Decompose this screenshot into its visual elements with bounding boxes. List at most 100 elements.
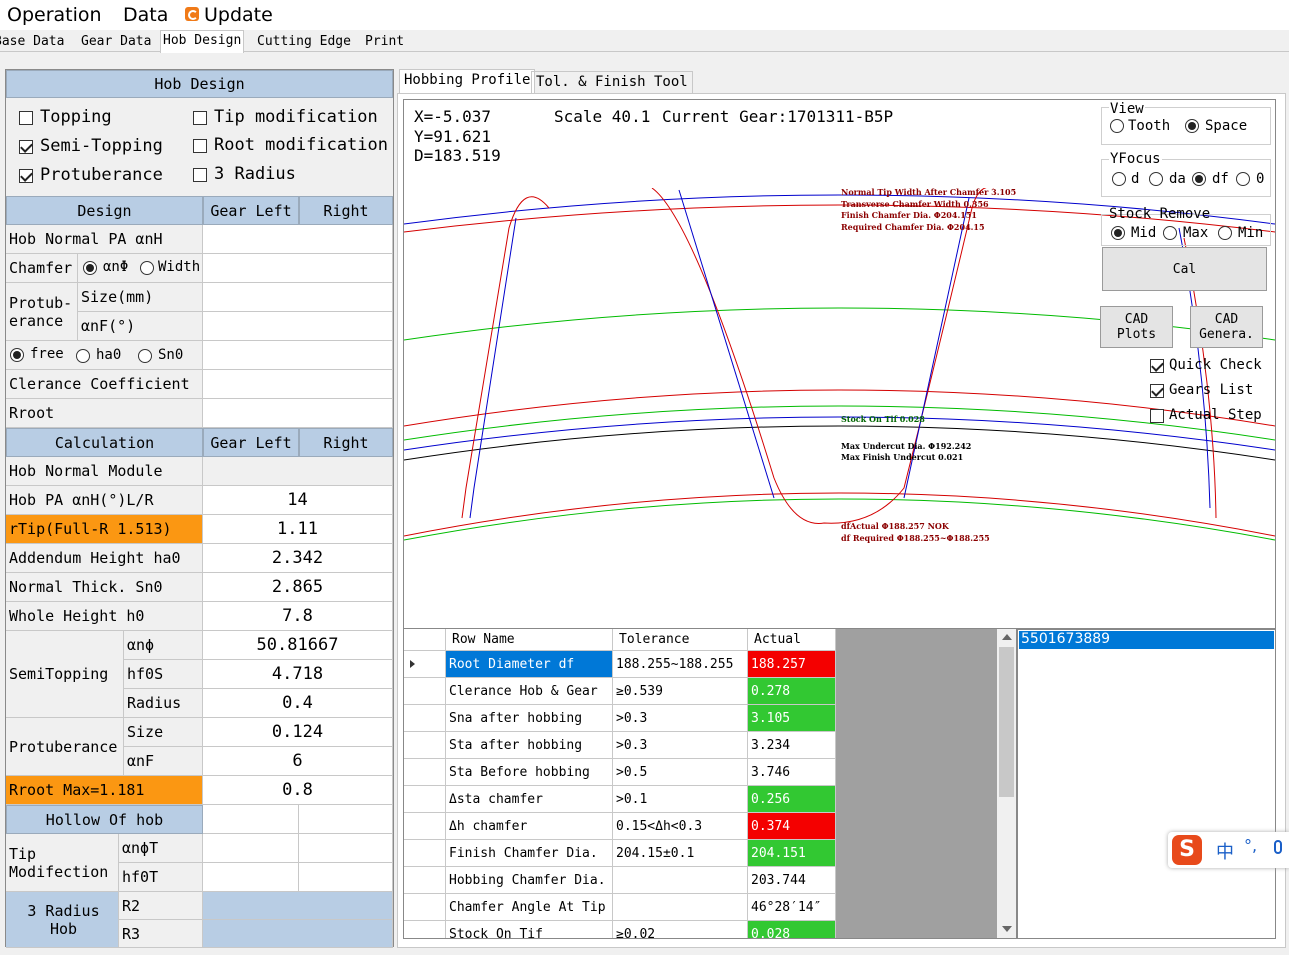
- tab-print[interactable]: Print: [363, 32, 406, 52]
- cal-button[interactable]: Cal: [1102, 247, 1267, 291]
- row-name-cell[interactable]: Δh chamfer: [446, 813, 613, 840]
- yfocus-zero-radio[interactable]: [1236, 172, 1250, 186]
- protub-anf-input[interactable]: [203, 312, 393, 341]
- tolerance-cell[interactable]: >0.1: [613, 786, 748, 813]
- table-row[interactable]: Sta after hobbing >0.3 3.234: [404, 732, 836, 759]
- topping-checkbox[interactable]: [19, 111, 33, 125]
- tolerance-cell[interactable]: [613, 867, 748, 894]
- protub-mode-input[interactable]: [203, 341, 393, 370]
- tolerance-cell[interactable]: >0.3: [613, 705, 748, 732]
- tolerance-cell[interactable]: >0.3: [613, 732, 748, 759]
- yfocus-da-radio[interactable]: [1149, 172, 1163, 186]
- row-indicator[interactable]: [404, 651, 446, 678]
- tolerance-cell[interactable]: [613, 894, 748, 921]
- tip-mod-hf0t-right[interactable]: [299, 863, 393, 892]
- menu-data[interactable]: Data: [123, 4, 168, 26]
- three-radius-checkbox[interactable]: [193, 168, 207, 182]
- row-name-cell[interactable]: Root Diameter df: [446, 651, 613, 678]
- chamfer-width-radio[interactable]: [140, 261, 154, 275]
- tip-modification-checkbox[interactable]: [193, 111, 207, 125]
- table-row[interactable]: Stock On Tif ≥0.02 0.028: [404, 921, 836, 938]
- tab-tol-finish-tool[interactable]: Tol. & Finish Tool: [531, 71, 693, 93]
- row-name-cell[interactable]: Δsta chamfer: [446, 786, 613, 813]
- actual-cell[interactable]: 0.374: [748, 813, 836, 840]
- protub-size-input[interactable]: [203, 283, 393, 312]
- row-name-cell[interactable]: Clerance Hob & Gear: [446, 678, 613, 705]
- grid-header-row-name[interactable]: Row Name: [446, 629, 613, 651]
- actual-cell[interactable]: 0.028: [748, 921, 836, 938]
- tolerance-cell[interactable]: ≥0.539: [613, 678, 748, 705]
- table-row[interactable]: Δh chamfer 0.15<Δh<0.3 0.374: [404, 813, 836, 840]
- table-row[interactable]: Δsta chamfer >0.1 0.256: [404, 786, 836, 813]
- table-row[interactable]: Clerance Hob & Gear ≥0.539 0.278: [404, 678, 836, 705]
- stock-mid-radio[interactable]: [1111, 226, 1125, 240]
- tab-base-data[interactable]: Base Data: [0, 32, 66, 52]
- grid-header-tolerance[interactable]: Tolerance: [613, 629, 748, 651]
- actual-cell[interactable]: 0.256: [748, 786, 836, 813]
- tab-gear-data[interactable]: Gear Data: [79, 32, 153, 52]
- tab-cutting-edge[interactable]: Cutting Edge: [255, 32, 353, 52]
- gear-list-item-selected[interactable]: 5501673889: [1019, 631, 1274, 649]
- chamfer-angle-radio[interactable]: [83, 261, 97, 275]
- semi-topping-checkbox[interactable]: [19, 140, 33, 154]
- grid-header-actual[interactable]: Actual: [748, 629, 836, 651]
- view-tooth-radio[interactable]: [1110, 119, 1124, 133]
- row-indicator[interactable]: [404, 813, 446, 840]
- tip-mod-angle-right[interactable]: [299, 834, 393, 863]
- scroll-up-icon[interactable]: [1002, 634, 1012, 640]
- protuberance-checkbox[interactable]: [19, 169, 33, 183]
- tip-mod-angle-left[interactable]: [203, 834, 299, 863]
- row-name-cell[interactable]: Stock On Tif: [446, 921, 613, 938]
- scroll-down-icon[interactable]: [1002, 926, 1012, 932]
- row-name-cell[interactable]: Hobbing Chamfer Dia.: [446, 867, 613, 894]
- table-row[interactable]: Sna after hobbing >0.3 3.105: [404, 705, 836, 732]
- table-row[interactable]: Hobbing Chamfer Dia. 203.744: [404, 867, 836, 894]
- tolerance-cell[interactable]: 204.15±0.1: [613, 840, 748, 867]
- ime-toolbar[interactable]: S 中 °,: [1168, 832, 1289, 868]
- table-row[interactable]: Root Diameter df 188.255~188.255 188.257: [404, 651, 836, 678]
- free-radio[interactable]: [10, 348, 24, 362]
- ha0-radio[interactable]: [76, 349, 90, 363]
- row-name-cell[interactable]: Sna after hobbing: [446, 705, 613, 732]
- profile-plot[interactable]: X=-5.037 Y=91.621 D=183.519 Scale 40.1 C…: [403, 99, 1276, 629]
- clearance-input[interactable]: [203, 370, 393, 399]
- cad-plots-button[interactable]: CAD Plots: [1100, 306, 1173, 348]
- stock-min-radio[interactable]: [1218, 226, 1232, 240]
- row-indicator[interactable]: [404, 732, 446, 759]
- row-name-cell[interactable]: Sta Before hobbing: [446, 759, 613, 786]
- view-space-radio[interactable]: [1185, 119, 1199, 133]
- actual-cell[interactable]: 3.746: [748, 759, 836, 786]
- sn0-radio[interactable]: [138, 349, 152, 363]
- row-indicator[interactable]: [404, 705, 446, 732]
- menu-operation[interactable]: Operation: [7, 4, 102, 26]
- row-indicator[interactable]: [404, 867, 446, 894]
- actual-cell[interactable]: 203.744: [748, 867, 836, 894]
- root-modification-checkbox[interactable]: [193, 139, 207, 153]
- tolerance-cell[interactable]: ≥0.02: [613, 921, 748, 938]
- actual-cell[interactable]: 204.151: [748, 840, 836, 867]
- yfocus-d-radio[interactable]: [1112, 172, 1126, 186]
- tolerance-cell[interactable]: >0.5: [613, 759, 748, 786]
- table-row[interactable]: Finish Chamfer Dia. 204.15±0.1 204.151: [404, 840, 836, 867]
- actual-cell[interactable]: 0.278: [748, 678, 836, 705]
- actual-cell[interactable]: 3.234: [748, 732, 836, 759]
- tolerance-cell[interactable]: 188.255~188.255: [613, 651, 748, 678]
- actual-step-checkbox[interactable]: [1150, 409, 1164, 423]
- row-name-cell[interactable]: Finish Chamfer Dia.: [446, 840, 613, 867]
- hob-normal-pa-input[interactable]: [203, 225, 393, 254]
- actual-cell[interactable]: 3.105: [748, 705, 836, 732]
- stock-max-radio[interactable]: [1163, 226, 1177, 240]
- row-indicator[interactable]: [404, 894, 446, 921]
- row-indicator[interactable]: [404, 759, 446, 786]
- rroot-input[interactable]: [203, 399, 393, 428]
- chamfer-input[interactable]: [203, 254, 393, 283]
- row-indicator[interactable]: [404, 678, 446, 705]
- tab-hobbing-profile[interactable]: Hobbing Profile: [399, 69, 536, 94]
- actual-cell[interactable]: 188.257: [748, 651, 836, 678]
- tolerance-cell[interactable]: 0.15<Δh<0.3: [613, 813, 748, 840]
- menu-update[interactable]: Update: [204, 4, 273, 26]
- tip-mod-hf0t-left[interactable]: [203, 863, 299, 892]
- row-indicator[interactable]: [404, 840, 446, 867]
- table-row[interactable]: Chamfer Angle At Tip 46°28′14″: [404, 894, 836, 921]
- row-indicator[interactable]: [404, 921, 446, 938]
